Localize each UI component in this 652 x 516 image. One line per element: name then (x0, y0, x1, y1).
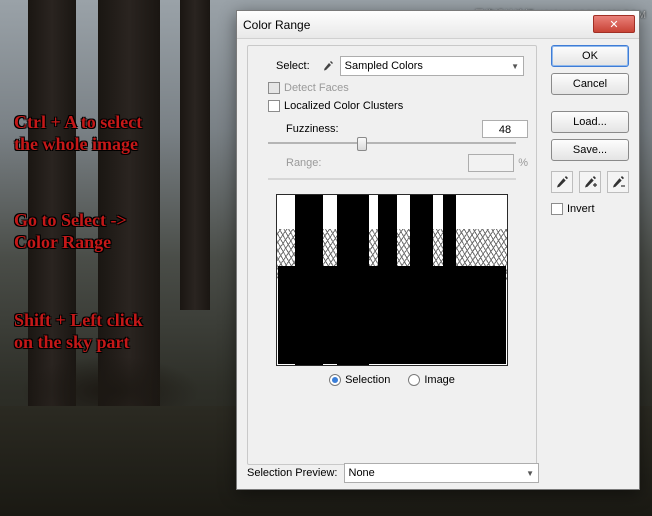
fuzziness-slider-thumb[interactable] (357, 137, 367, 151)
close-button[interactable]: ✕ (593, 15, 635, 33)
selection-preview-thumbnail[interactable] (276, 194, 508, 366)
fuzziness-input[interactable]: 48 (482, 120, 528, 138)
selection-preview-dropdown[interactable]: None ▼ (344, 463, 540, 483)
main-panel: Select: Sampled Colors ▼ Detect Faces Lo… (247, 45, 537, 465)
localized-clusters-label: Localized Color Clusters (284, 100, 403, 112)
select-dropdown[interactable]: Sampled Colors ▼ (340, 56, 524, 76)
close-icon: ✕ (609, 18, 618, 31)
radio-image-label: Image (424, 374, 455, 386)
bg-tree (180, 0, 210, 310)
localized-clusters-checkbox[interactable] (268, 100, 280, 112)
eyedropper-icon (555, 175, 569, 189)
eyedropper-plus-icon (583, 175, 597, 189)
range-unit: % (518, 157, 528, 169)
select-label: Select: (276, 60, 310, 72)
radio-image[interactable]: Image (408, 374, 455, 386)
invert-label: Invert (567, 203, 595, 215)
ok-button[interactable]: OK (551, 45, 629, 67)
load-button[interactable]: Load... (551, 111, 629, 133)
chevron-down-icon: ▼ (526, 469, 534, 478)
selection-preview-value: None (349, 467, 375, 479)
cancel-button[interactable]: Cancel (551, 73, 629, 95)
dialog-body: Select: Sampled Colors ▼ Detect Faces Lo… (237, 39, 639, 489)
annotation-shift-click: Shift + Left click on the sky part (14, 310, 143, 353)
dialog-titlebar[interactable]: Color Range ✕ (237, 11, 639, 39)
eyedropper-tool[interactable] (551, 171, 573, 193)
side-column: OK Cancel Load... Save... Invert (551, 45, 629, 215)
range-slider (268, 178, 516, 180)
detect-faces-checkbox (268, 82, 280, 94)
eyedropper-mini-icon (320, 58, 336, 74)
dialog-title: Color Range (243, 18, 310, 32)
eyedropper-add-tool[interactable] (579, 171, 601, 193)
chevron-down-icon: ▼ (511, 62, 519, 71)
fuzziness-slider[interactable] (268, 142, 516, 144)
preview-tree (443, 195, 457, 297)
preview-tree (295, 195, 323, 365)
select-value: Sampled Colors (345, 60, 423, 72)
color-range-dialog: Color Range ✕ Select: Sampled Colors ▼ D… (236, 10, 640, 490)
selection-preview-label: Selection Preview: (247, 467, 338, 479)
radio-image-input[interactable] (408, 374, 420, 386)
radio-selection-input[interactable] (329, 374, 341, 386)
preview-tree (378, 195, 396, 317)
invert-checkbox[interactable] (551, 203, 563, 215)
preview-tree (337, 195, 369, 365)
range-label: Range: (256, 157, 468, 169)
radio-selection-label: Selection (345, 374, 390, 386)
annotation-select-all: Ctrl + A to select the whole image (14, 112, 142, 155)
preview-tree (410, 195, 433, 331)
annotation-goto-menu: Go to Select -> Color Range (14, 210, 127, 253)
radio-selection[interactable]: Selection (329, 374, 390, 386)
detect-faces-label: Detect Faces (284, 82, 349, 94)
range-input (468, 154, 514, 172)
fuzziness-label: Fuzziness: (256, 123, 482, 135)
save-button[interactable]: Save... (551, 139, 629, 161)
eyedropper-minus-icon (611, 175, 625, 189)
eyedropper-subtract-tool[interactable] (607, 171, 629, 193)
